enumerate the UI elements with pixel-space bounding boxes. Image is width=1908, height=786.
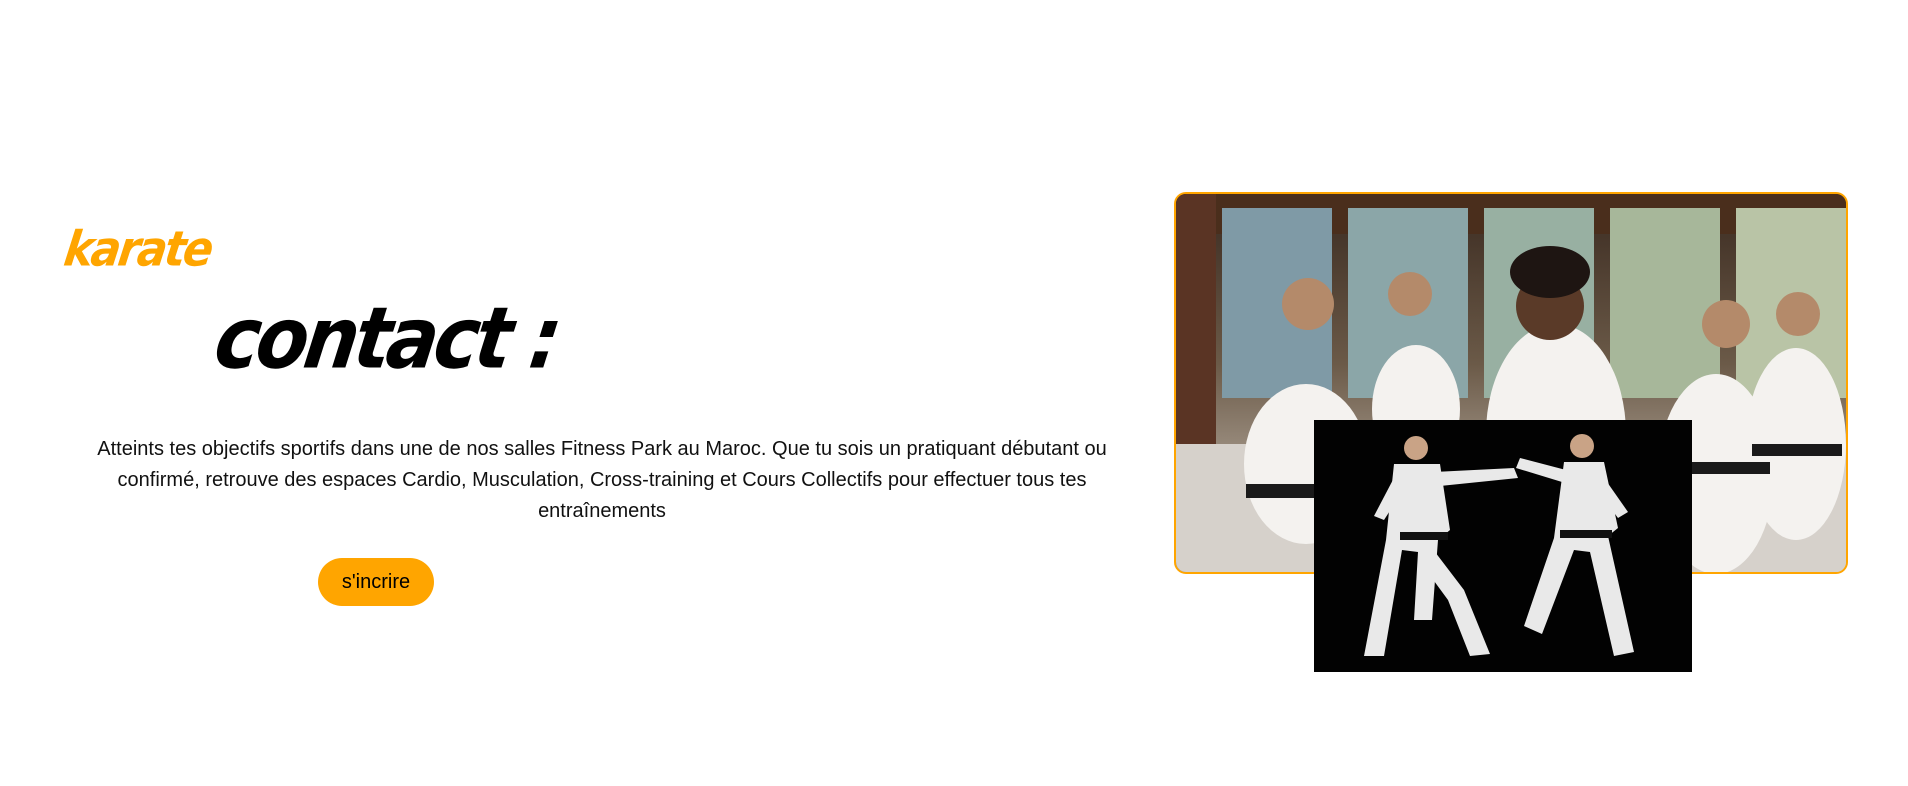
page-title: contact : (209, 288, 565, 388)
brand-title: karate (60, 221, 215, 278)
karate-sparring-photo (1314, 420, 1692, 672)
hero-section: karate contact : Atteints tes objectifs … (0, 0, 1908, 786)
signup-button[interactable]: s'incrire (318, 558, 434, 606)
hero-description: Atteints tes objectifs sportifs dans une… (97, 438, 1107, 522)
